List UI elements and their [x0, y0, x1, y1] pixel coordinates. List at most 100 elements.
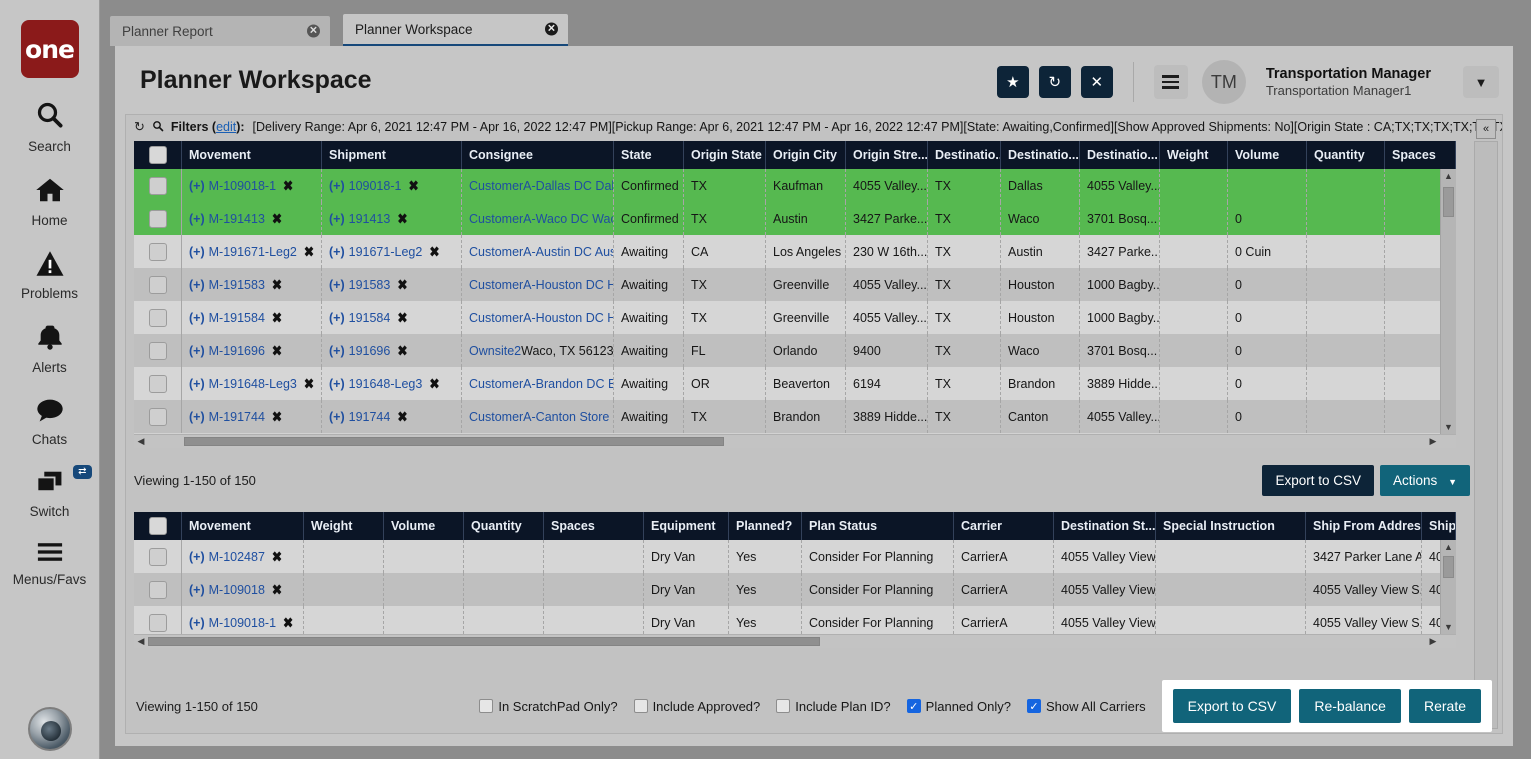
movement-link[interactable]: M-191696 — [209, 344, 265, 358]
column-header-spaces[interactable]: Spaces — [1385, 141, 1456, 169]
cell-shipment[interactable]: (+)109018-1✖ — [322, 169, 462, 202]
cell-shipment[interactable]: (+)191696✖ — [322, 334, 462, 367]
column-header-movement[interactable]: Movement — [182, 512, 304, 540]
expand-row-icon[interactable]: (+) — [189, 550, 205, 564]
consignee-link[interactable]: CustomerA-Austin DC Aus... — [469, 245, 614, 259]
shipment-link[interactable]: 191696 — [349, 344, 391, 358]
column-header-spaces[interactable]: Spaces — [544, 512, 644, 540]
shipment-grid-vertical-scrollbar[interactable]: ▲ ▼ — [1440, 169, 1456, 434]
cell-movement[interactable]: (+)M-191648-Leg3✖ — [182, 367, 322, 400]
link-action-icon[interactable]: ✖ — [304, 243, 314, 259]
checkbox-in-scratchpad-only[interactable]: In ScratchPad Only? — [479, 699, 617, 714]
link-action-icon[interactable]: ✖ — [283, 177, 293, 193]
filters-edit-link[interactable]: edit — [216, 120, 236, 134]
column-header-ship-to-address[interactable]: Ship T... — [1422, 512, 1456, 540]
re-balance-button[interactable]: Re-balance — [1299, 689, 1401, 723]
checkbox-box[interactable] — [479, 699, 493, 713]
table-row[interactable]: (+)M-191583✖(+)191583✖CustomerA-Houston … — [134, 268, 1456, 301]
row-checkbox-cell[interactable] — [134, 268, 182, 301]
column-header-weight[interactable]: Weight — [304, 512, 384, 540]
scrollbar-thumb[interactable] — [148, 637, 820, 646]
cell-movement[interactable]: (+) M-191583 ✖ — [182, 268, 322, 301]
column-header-carrier[interactable]: Carrier — [954, 512, 1054, 540]
scroll-right-icon[interactable]: ▶ — [1426, 436, 1440, 447]
movement-link[interactable]: M-191671-Leg2 — [209, 245, 297, 259]
shipment-link[interactable]: 191584 — [349, 311, 391, 325]
column-header-origin-city[interactable]: Origin City — [766, 141, 846, 169]
checkbox-box[interactable]: ✓ — [1027, 699, 1041, 713]
row-checkbox[interactable] — [149, 581, 167, 599]
link-action-icon[interactable]: ✖ — [272, 548, 282, 564]
row-checkbox[interactable] — [149, 243, 167, 261]
column-header-special-instruction[interactable]: Special Instruction — [1156, 512, 1306, 540]
chevron-down-icon[interactable]: ▼ — [1463, 66, 1499, 98]
movement-link[interactable]: M-109018 — [209, 583, 265, 597]
consignee-link[interactable]: Ownsite2 — [469, 344, 521, 358]
scroll-up-icon[interactable]: ▲ — [1441, 540, 1456, 554]
row-checkbox[interactable] — [149, 177, 167, 195]
movement-link[interactable]: M-191583 — [209, 278, 265, 292]
link-action-icon[interactable]: ✖ — [272, 276, 282, 292]
column-header-origin-state[interactable]: Origin State — [684, 141, 766, 169]
sidebar-item-switch[interactable]: ⇄ Switch — [0, 469, 100, 519]
consignee-link[interactable]: CustomerA-Brandon DC B... — [469, 377, 614, 391]
shipment-link[interactable]: 191583 — [349, 278, 391, 292]
menu-button[interactable] — [1154, 65, 1188, 99]
cell-consignee[interactable]: CustomerA-Dallas DC Dall... — [462, 169, 614, 202]
shipment-grid-horizontal-scrollbar[interactable]: ◀ ▶ — [134, 434, 1456, 448]
expand-row-icon[interactable]: (+) — [189, 245, 205, 259]
column-header-movement[interactable]: Movement — [182, 141, 322, 169]
column-header-quantity[interactable]: Quantity — [464, 512, 544, 540]
checkbox-include-approved[interactable]: Include Approved? — [634, 699, 761, 714]
column-header-planned[interactable]: Planned? — [729, 512, 802, 540]
cell-shipment[interactable]: (+)191744✖ — [322, 400, 462, 433]
expand-row-icon[interactable]: (+) — [189, 278, 205, 292]
cell-movement[interactable]: (+)M-191413✖ — [182, 202, 322, 235]
sidebar-item-search[interactable]: Search — [0, 100, 100, 154]
link-action-icon[interactable]: ✖ — [272, 408, 282, 424]
movement-link[interactable]: M-191584 — [209, 311, 265, 325]
row-checkbox[interactable] — [149, 342, 167, 360]
refresh-icon[interactable]: ↻ — [134, 119, 145, 135]
table-row[interactable]: (+)M-102487✖Dry VanYesConsider For Plann… — [134, 540, 1456, 573]
scroll-left-icon[interactable]: ◀ — [134, 436, 148, 447]
column-header-equipment[interactable]: Equipment — [644, 512, 729, 540]
movement-link[interactable]: M-191413 — [209, 212, 265, 226]
shipment-link[interactable]: 191671-Leg2 — [349, 245, 423, 259]
export-to-csv-button[interactable]: Export to CSV — [1173, 689, 1292, 723]
link-action-icon[interactable]: ✖ — [272, 342, 282, 358]
sidebar-item-menus-favs[interactable]: Menus/Favs — [0, 541, 100, 587]
cell-movement[interactable]: (+) M-191696 ✖ — [182, 334, 322, 367]
row-checkbox-cell[interactable] — [134, 540, 182, 573]
scrollbar-thumb[interactable] — [184, 437, 724, 446]
tab-planner-workspace[interactable]: Planner Workspace ✕ — [343, 14, 568, 46]
checkbox-box[interactable]: ✓ — [907, 699, 921, 713]
cell-consignee[interactable]: CustomerA-Houston DC H... — [462, 268, 614, 301]
scroll-right-icon[interactable]: ▶ — [1426, 636, 1440, 647]
row-checkbox[interactable] — [149, 309, 167, 327]
expand-row-icon[interactable]: (+) — [329, 278, 345, 292]
cell-shipment[interactable]: (+)191584✖ — [322, 301, 462, 334]
table-row[interactable]: (+)M-109018-1✖Dry VanYesConsider For Pla… — [134, 606, 1456, 634]
user-avatar-bottom[interactable] — [28, 707, 72, 751]
cell-consignee[interactable]: Ownsite2 Waco, TX 56123 — [462, 334, 614, 367]
expand-row-icon[interactable]: (+) — [189, 616, 205, 630]
link-action-icon[interactable]: ✖ — [283, 614, 293, 630]
expand-row-icon[interactable]: (+) — [329, 179, 345, 193]
cell-shipment[interactable]: (+)191648-Leg3✖ — [322, 367, 462, 400]
collapse-panel-button[interactable]: « — [1476, 119, 1496, 139]
row-checkbox[interactable] — [149, 614, 167, 632]
cell-consignee[interactable]: CustomerA-Canton Store ... — [462, 400, 614, 433]
expand-row-icon[interactable]: (+) — [329, 410, 345, 424]
row-checkbox-cell[interactable] — [134, 334, 182, 367]
expand-row-icon[interactable]: (+) — [189, 212, 205, 226]
sidebar-item-chats[interactable]: Chats — [0, 397, 100, 447]
shipment-link[interactable]: 191744 — [349, 410, 391, 424]
cell-movement[interactable]: (+)M-109018-1✖ — [182, 169, 322, 202]
cell-movement[interactable]: (+)M-109018✖ — [182, 573, 304, 606]
expand-row-icon[interactable]: (+) — [189, 344, 205, 358]
scroll-up-icon[interactable]: ▲ — [1441, 169, 1456, 183]
scroll-left-icon[interactable]: ◀ — [134, 636, 148, 647]
tab-planner-report[interactable]: Planner Report ✕ — [110, 16, 330, 46]
expand-row-icon[interactable]: (+) — [329, 377, 345, 391]
